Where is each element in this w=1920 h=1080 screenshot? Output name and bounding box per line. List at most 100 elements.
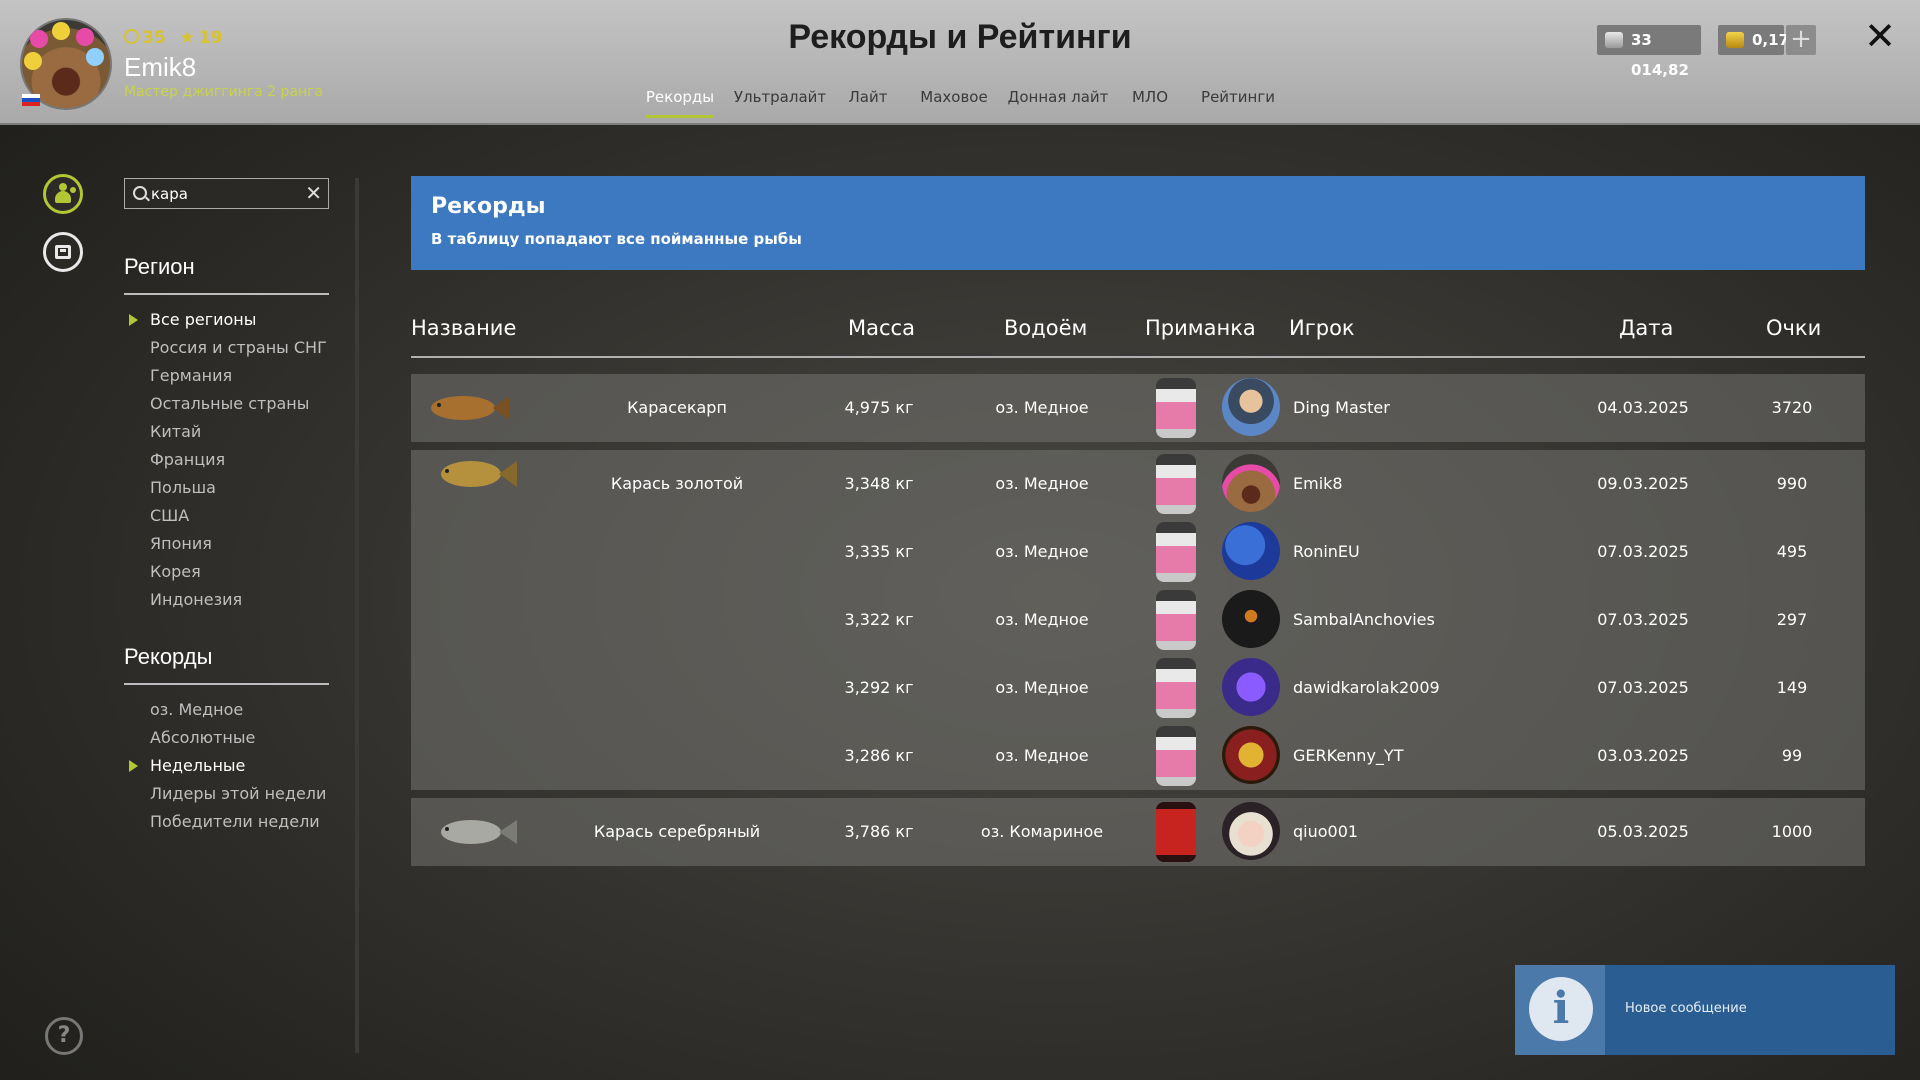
table-row[interactable]: Карасекарп 4,975 кг оз. Медное Ding Mast… [411,374,1865,442]
region-item-other[interactable]: Остальные страны [150,390,327,418]
fish-name: Карасекарп [627,398,727,417]
player-avatar[interactable] [1222,378,1280,436]
fish-water: оз. Комариное [980,822,1104,841]
divider [124,293,329,295]
player-avatar[interactable] [1222,726,1280,784]
region-list: Все регионы Россия и страны СНГ Германия… [129,306,327,614]
region-item-russia-cis[interactable]: Россия и страны СНГ [150,334,327,362]
top-bar: 35 ★ 19 Emik8 Мастер джиггинга 2 ранга Рек… [0,0,1920,125]
close-button[interactable]: ✕ [1862,17,1898,55]
player-avatar[interactable] [1222,590,1280,648]
region-item-poland[interactable]: Польша [150,474,327,502]
silver-amount: 33 014,82 [1631,31,1689,79]
gold-coins-icon [1726,32,1744,48]
fish-mass: 3,292 кг [844,678,914,697]
records-item-week-winners[interactable]: Победители недели [150,808,326,836]
tab-float[interactable]: Маховое [920,88,987,118]
player-name[interactable]: SambalAnchovies [1293,586,1435,654]
records-item-absolute[interactable]: Абсолютные [150,724,326,752]
records-item-week-leaders[interactable]: Лидеры этой недели [150,780,326,808]
fish-mass: 3,322 кг [844,610,914,629]
search-icon [133,186,147,200]
column-water[interactable]: Водоём [1004,316,1087,340]
player-name[interactable]: RoninEU [1293,518,1360,586]
record-points: 99 [1781,746,1803,765]
region-heading: Регион [124,254,195,279]
record-date: 03.03.2025 [1597,746,1689,765]
column-lure[interactable]: Приманка [1145,316,1256,340]
table-row[interactable]: 3,322 кг оз. Медное SambalAnchovies 07.0… [411,586,1865,654]
player-name[interactable]: Emik8 [1293,450,1343,518]
table-row[interactable]: 3,286 кг оз. Медное GERKenny_YT 03.03.20… [411,722,1865,790]
fish-mass: 3,348 кг [844,474,914,493]
lure-icon[interactable] [1156,522,1196,582]
player-avatar[interactable] [1222,522,1280,580]
region-item-france[interactable]: Франция [150,446,327,474]
divider [124,683,329,685]
player-name[interactable]: dawidkarolak2009 [1293,654,1440,722]
records-item-weekly[interactable]: Недельные [128,752,326,780]
tab-mlo[interactable]: МЛО [1132,88,1168,118]
toast-message: Новое сообщение [1625,1001,1747,1016]
lure-icon[interactable] [1156,378,1196,438]
table-row[interactable]: 3,335 кг оз. Медное RoninEU 07.03.2025 4… [411,518,1865,586]
region-item-korea[interactable]: Корея [150,558,327,586]
fish-water: оз. Медное [995,398,1089,417]
clear-search-icon[interactable]: ✕ [305,181,322,205]
search-input[interactable] [151,182,301,205]
fish-mass: 3,286 кг [844,746,914,765]
lure-icon[interactable] [1156,454,1196,514]
lure-icon[interactable] [1156,802,1196,862]
column-points[interactable]: Очки [1766,316,1821,340]
help-icon[interactable]: ? [45,1017,83,1055]
region-item-china[interactable]: Китай [150,418,327,446]
column-name[interactable]: Название [411,316,516,340]
fish-water: оз. Медное [995,474,1089,493]
record-points: 297 [1776,610,1808,629]
table-row[interactable]: Карась серебряный 3,786 кг оз. Комариное… [411,798,1865,866]
column-player[interactable]: Игрок [1289,316,1355,340]
add-currency-button[interactable]: + [1786,25,1816,55]
records-item-lake[interactable]: оз. Медное [150,696,326,724]
column-mass[interactable]: Масса [848,316,915,340]
tab-ultralight[interactable]: Ультралайт [734,88,826,118]
player-name[interactable]: qiuo001 [1293,798,1358,866]
player-name[interactable]: GERKenny_YT [1293,722,1403,790]
info-banner: Рекорды В таблицу попадают все пойманные… [411,176,1865,270]
fish-mass: 4,975 кг [844,398,914,417]
tab-light[interactable]: Лайт [849,88,888,118]
lure-icon[interactable] [1156,658,1196,718]
search-field[interactable]: ✕ [124,178,329,209]
gold-amount: 0,17 [1752,31,1790,49]
region-item-usa[interactable]: США [150,502,327,530]
region-item-indonesia[interactable]: Индонезия [150,586,327,614]
lure-icon[interactable] [1156,590,1196,650]
fish-water: оз. Медное [995,542,1089,561]
player-avatar[interactable] [1222,802,1280,860]
column-date[interactable]: Дата [1619,316,1673,340]
tab-records[interactable]: Рекорды [645,88,715,118]
region-item-germany[interactable]: Германия [150,362,327,390]
silver-balance: 33 014,82 [1597,25,1701,79]
player-avatar[interactable] [1222,454,1280,512]
lure-icon[interactable] [1156,726,1196,786]
record-date: 04.03.2025 [1597,398,1689,417]
record-points: 990 [1776,474,1808,493]
community-icon[interactable] [43,174,83,214]
fish-image [431,396,509,420]
player-name[interactable]: Ding Master [1293,374,1390,442]
tab-ratings[interactable]: Рейтинги [1201,88,1275,118]
tab-bar: Рекорды Ультралайт Лайт Маховое Донная л… [0,88,1920,124]
player-avatar[interactable] [1222,658,1280,716]
tab-bottom-light[interactable]: Донная лайт [1008,88,1109,118]
record-date: 05.03.2025 [1597,822,1689,841]
notification-toast[interactable]: i Новое сообщение [1515,965,1895,1055]
fish-group: Карасекарп 4,975 кг оз. Медное Ding Mast… [411,374,1865,442]
region-item-all[interactable]: Все регионы [129,306,327,334]
record-points: 3720 [1771,398,1813,417]
table-row[interactable]: 3,348 кг оз. Медное Emik8 09.03.2025 990 [411,450,1865,518]
region-item-japan[interactable]: Япония [150,530,327,558]
table-row[interactable]: 3,292 кг оз. Медное dawidkarolak2009 07.… [411,654,1865,722]
gold-balance: 0,17 [1718,25,1789,55]
archive-icon[interactable] [43,232,83,272]
